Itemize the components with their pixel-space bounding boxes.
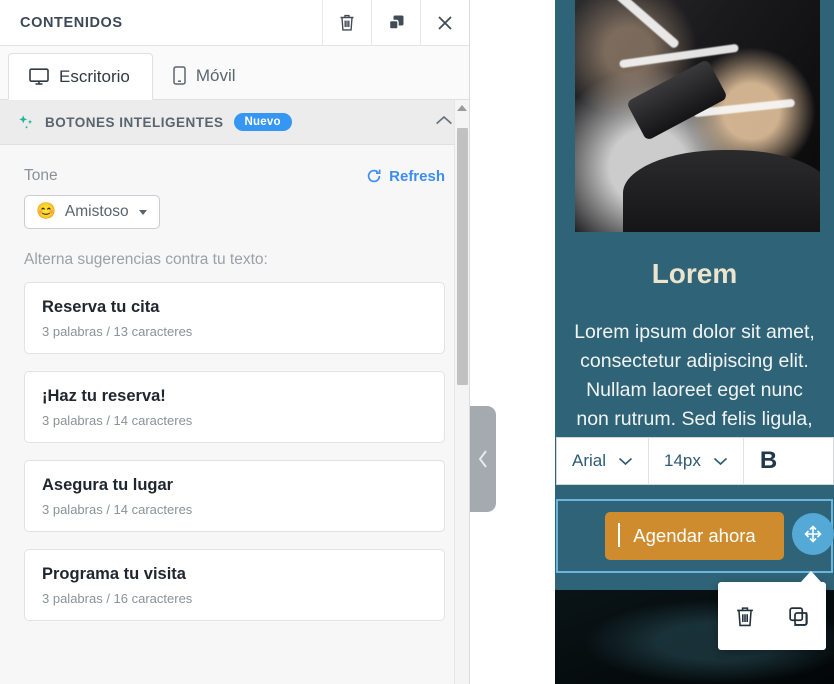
- duplicate-icon: [789, 606, 808, 626]
- panel-scroll-area: BOTONES INTELIGENTES Nuevo Tone Refresh …: [0, 100, 469, 684]
- close-icon: [438, 15, 452, 30]
- preview-body-text[interactable]: Lorem ipsum dolor sit amet, consectetur …: [569, 318, 820, 434]
- sparkle-icon: [19, 114, 33, 129]
- panel-header: CONTENIDOS: [0, 0, 469, 46]
- suggestion-text: Asegura tu lugar: [42, 476, 174, 494]
- delete-button[interactable]: [322, 0, 371, 46]
- suggestion-meta: 3 palabras / 14 caracteres: [42, 502, 193, 517]
- alternatives-label: Alterna sugerencias contra tu texto:: [24, 251, 268, 268]
- smart-buttons-body: Tone Refresh 😊 Amistoso Alterna sugerenc…: [0, 145, 469, 648]
- cta-button-label: Agendar ahora: [633, 525, 756, 546]
- chevron-down-icon: [618, 457, 633, 466]
- scroll-up-icon[interactable]: [457, 105, 467, 111]
- list-item[interactable]: Reserva tu cita 3 palabras / 13 caracter…: [24, 282, 445, 354]
- page-title: CONTENIDOS: [20, 14, 123, 31]
- chevron-up-icon[interactable]: [435, 113, 453, 131]
- duplicate-button[interactable]: [787, 605, 810, 628]
- scrollbar-thumb[interactable]: [457, 128, 468, 385]
- scrollbar[interactable]: [454, 100, 469, 684]
- desktop-icon: [29, 68, 49, 85]
- refresh-icon: [367, 169, 381, 183]
- delete-icon: [736, 606, 753, 626]
- tooltip-arrow: [800, 571, 822, 583]
- hero-image[interactable]: [575, 0, 820, 232]
- cta-button[interactable]: Agendar ahora: [605, 512, 784, 560]
- suggestion-meta: 3 palabras / 16 caracteres: [42, 591, 193, 606]
- font-family-value: Arial: [572, 451, 607, 470]
- bottle-shape: [626, 58, 728, 142]
- list-item[interactable]: ¡Haz tu reserva! 3 palabras / 14 caracte…: [24, 371, 445, 443]
- list-item[interactable]: Programa tu visita 3 palabras / 16 carac…: [24, 549, 445, 621]
- text-format-toolbar: Arial 14px B: [556, 437, 834, 485]
- move-arrows-icon: [804, 525, 822, 543]
- tone-label: Tone: [24, 167, 58, 184]
- chevron-down-icon: [713, 457, 728, 466]
- close-button[interactable]: [420, 0, 469, 46]
- suggestion-meta: 3 palabras / 14 caracteres: [42, 413, 193, 428]
- text-cursor: [618, 523, 620, 547]
- mobile-icon: [173, 66, 186, 85]
- font-family-select[interactable]: Arial: [557, 438, 650, 484]
- tone-row: Tone Refresh: [24, 167, 445, 185]
- move-handle[interactable]: [792, 513, 834, 555]
- status-badge: Nuevo: [233, 113, 292, 131]
- tone-value: Amistoso: [64, 203, 129, 220]
- chevron-left-icon: [478, 450, 487, 468]
- refresh-button[interactable]: Refresh: [366, 168, 445, 185]
- block-action-toolbar: [718, 582, 826, 650]
- delete-button[interactable]: [734, 605, 756, 628]
- chevron-down-icon: [138, 209, 147, 215]
- smart-buttons-section-header[interactable]: BOTONES INTELIGENTES Nuevo: [0, 100, 469, 145]
- suggestion-meta: 3 palabras / 13 caracteres: [42, 324, 193, 339]
- suggestion-text: Programa tu visita: [42, 565, 186, 583]
- panel-collapse-handle[interactable]: [470, 406, 496, 512]
- suggestion-text: ¡Haz tu reserva!: [42, 387, 166, 405]
- cape-shape: [623, 150, 820, 232]
- tone-dropdown[interactable]: 😊 Amistoso: [24, 195, 160, 229]
- section-title: BOTONES INTELIGENTES: [45, 114, 224, 130]
- email-builder-app: CONTENIDOS Escritorio Móvil BOTONES INTE…: [0, 0, 834, 684]
- duplicate-icon: [388, 15, 403, 30]
- delete-icon: [340, 14, 354, 31]
- tab-label: Escritorio: [59, 66, 130, 86]
- list-item[interactable]: Asegura tu lugar 3 palabras / 14 caracte…: [24, 460, 445, 532]
- font-size-select[interactable]: 14px: [649, 438, 744, 484]
- device-tabs: Escritorio Móvil: [0, 46, 469, 100]
- font-size-value: 14px: [664, 451, 701, 470]
- refresh-label: Refresh: [389, 167, 445, 185]
- tab-label: Móvil: [195, 65, 236, 85]
- tab-movil[interactable]: Móvil: [153, 52, 258, 99]
- duplicate-button[interactable]: [371, 0, 420, 46]
- tab-escritorio[interactable]: Escritorio: [8, 53, 153, 100]
- smiley-icon: 😊: [36, 203, 56, 220]
- preview-heading[interactable]: Lorem: [555, 258, 834, 290]
- bold-button[interactable]: B: [744, 438, 793, 484]
- suggestion-text: Reserva tu cita: [42, 298, 160, 316]
- contents-panel: CONTENIDOS Escritorio Móvil BOTONES INTE…: [0, 0, 470, 684]
